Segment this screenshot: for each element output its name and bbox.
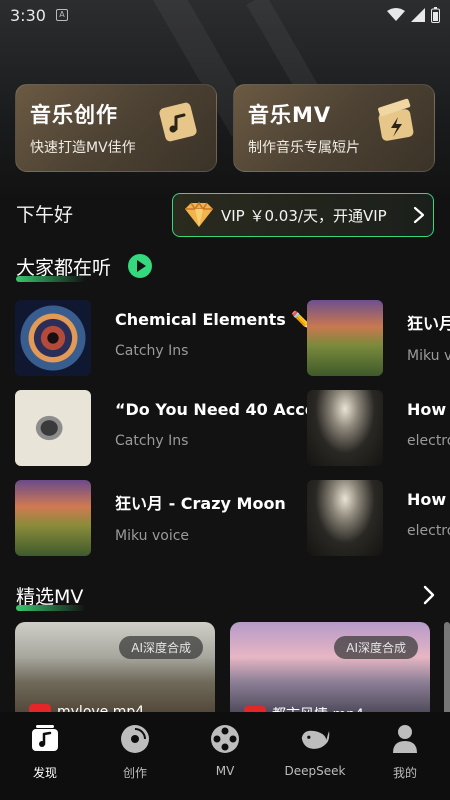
chevron-right-icon xyxy=(413,206,425,224)
song-item[interactable]: 狂い月 - Crazy Moon Miku voice xyxy=(15,480,286,556)
song-item[interactable]: How electro xyxy=(307,390,450,466)
song-artist: Catchy Ins xyxy=(115,433,189,449)
vip-gem-icon xyxy=(185,201,213,227)
film-reel-icon xyxy=(211,725,239,753)
song-title: How xyxy=(407,490,447,509)
song-title: “Do You Need 40 Acco xyxy=(115,400,316,419)
nav-label: 创作 xyxy=(122,766,147,780)
music-mv-card[interactable]: 音乐MV 制作音乐专属短片 xyxy=(233,84,435,172)
song-cover xyxy=(307,300,383,376)
nav-create[interactable]: 创作 xyxy=(90,712,180,800)
song-title: 狂い月 xyxy=(407,314,450,333)
play-all-icon[interactable] xyxy=(128,254,152,278)
nav-label: 发现 xyxy=(32,766,57,780)
nav-mv[interactable]: MV xyxy=(180,712,270,800)
song-cover xyxy=(15,480,91,556)
nav-label: DeepSeek xyxy=(284,764,346,778)
battery-icon xyxy=(431,7,440,23)
song-title: Chemical Elements ✏️ xyxy=(115,310,312,329)
greeting-text: 下午好 xyxy=(16,204,74,226)
song-title: 狂い月 - Crazy Moon xyxy=(115,494,286,513)
song-cover xyxy=(307,390,383,466)
vip-promo-button[interactable]: VIP ￥0.03/天，开通VIP xyxy=(172,193,434,237)
music-creation-card[interactable]: 音乐创作 快速打造MV佳作 xyxy=(15,84,217,172)
nav-label: 我的 xyxy=(392,766,417,780)
song-item[interactable]: How electro xyxy=(307,480,450,556)
signal-icon xyxy=(411,8,425,22)
popular-section-title: 大家都在听 xyxy=(16,253,112,282)
bottom-nav: 发现 创作 MV DeepSeek 我的 xyxy=(0,712,450,800)
section-title-text: 精选MV xyxy=(16,586,84,608)
song-artist: electro xyxy=(407,433,450,449)
section-title-text: 大家都在听 xyxy=(16,257,112,279)
nav-label: MV xyxy=(215,764,235,778)
wifi-icon xyxy=(387,8,405,21)
song-title: How xyxy=(407,400,447,419)
ai-badge: AI深度合成 xyxy=(119,636,203,659)
song-cover xyxy=(307,480,383,556)
song-artist: Miku v xyxy=(407,348,450,364)
clapperboard-icon xyxy=(378,98,414,141)
song-cover xyxy=(15,300,91,376)
song-item[interactable]: “Do You Need 40 Acco Catchy Ins xyxy=(15,390,316,466)
song-item[interactable]: Chemical Elements ✏️ Catchy Ins xyxy=(15,300,311,376)
whale-icon xyxy=(301,730,330,749)
vip-promo-text: VIP ￥0.03/天，开通VIP xyxy=(221,206,387,225)
nav-discover[interactable]: 发现 xyxy=(0,712,90,800)
nav-deepseek[interactable]: DeepSeek xyxy=(270,712,360,800)
discover-icon xyxy=(32,725,58,751)
song-cover xyxy=(15,390,91,466)
status-time: 3:30 xyxy=(10,5,46,25)
nav-profile[interactable]: 我的 xyxy=(360,712,450,800)
mv-card[interactable]: AI深度合成 mylove.mp4 xyxy=(15,622,215,722)
ai-badge: AI深度合成 xyxy=(334,636,418,659)
disc-icon xyxy=(121,725,149,753)
song-artist: Miku voice xyxy=(115,528,190,544)
profile-icon xyxy=(393,725,417,753)
status-bar: 3:30 A xyxy=(0,0,450,30)
music-ticket-icon xyxy=(159,102,197,142)
sim-icon: A xyxy=(55,9,68,21)
song-artist: electro xyxy=(407,523,450,539)
song-artist: Catchy Ins xyxy=(115,343,189,359)
mv-card-peek xyxy=(444,622,450,722)
song-item[interactable]: 狂い月 Miku v xyxy=(307,300,450,376)
chevron-right-icon[interactable] xyxy=(422,584,436,606)
featured-mv-title: 精选MV xyxy=(16,582,86,611)
mv-card[interactable]: AI深度合成 都市风情.mp4 xyxy=(230,622,430,722)
